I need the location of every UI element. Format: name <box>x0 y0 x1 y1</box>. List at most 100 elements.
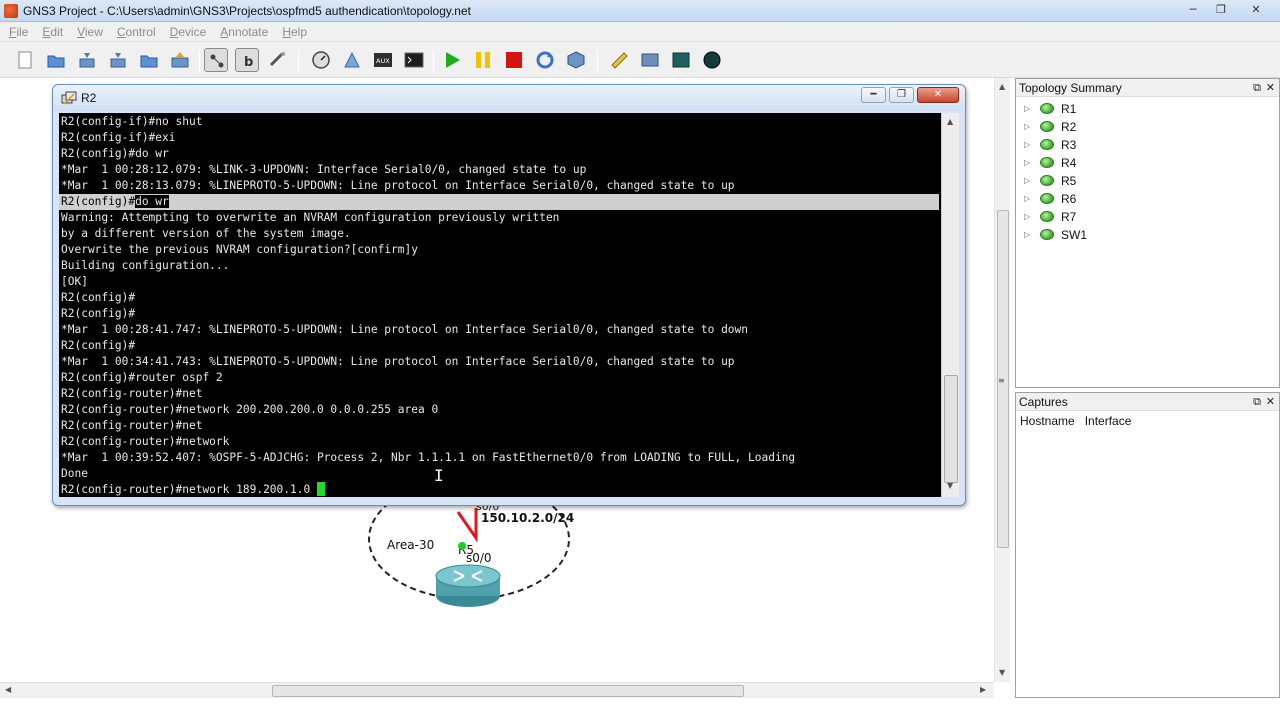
column-hostname[interactable]: Hostname <box>1016 411 1081 431</box>
tree-item-r7[interactable]: ▷ R7 <box>1016 208 1279 226</box>
device-label: R2 <box>1061 120 1077 134</box>
console-all-button[interactable] <box>309 48 333 72</box>
terminal-input-line[interactable]: R2(config-router)#network 189.200.1.0 <box>61 482 325 497</box>
menu-view[interactable]: View <box>70 25 110 39</box>
new-project-button[interactable] <box>13 48 37 72</box>
minimize-button[interactable]: ─ <box>1180 1 1206 19</box>
import-button[interactable] <box>137 48 161 72</box>
stop-all-button[interactable] <box>502 48 526 72</box>
svg-text:AUX: AUX <box>376 57 390 65</box>
menu-edit[interactable]: Edit <box>35 25 70 39</box>
router-r5-icon[interactable] <box>434 562 502 608</box>
play-icon <box>446 52 460 68</box>
menu-help[interactable]: Help <box>275 25 314 39</box>
add-note-button[interactable] <box>607 48 631 72</box>
terminal-scroll-thumb[interactable] <box>944 375 958 483</box>
menu-control[interactable]: Control <box>110 25 163 39</box>
device-label: R4 <box>1061 156 1077 170</box>
scroll-down-arrow-icon[interactable]: ▼ <box>999 668 1005 677</box>
picture-icon <box>641 53 659 67</box>
float-panel-icon[interactable]: ⧉ <box>1253 79 1261 97</box>
expand-arrow-icon[interactable]: ▷ <box>1024 190 1030 208</box>
menu-file-label: ile <box>16 24 29 39</box>
menu-annotate[interactable]: Annotate <box>213 25 275 39</box>
menu-annotate-label: nnotate <box>228 24 269 39</box>
console-close-button[interactable]: ✕ <box>917 87 959 103</box>
add-link-button[interactable] <box>266 48 290 72</box>
console-minimize-button[interactable]: ━ <box>861 87 886 103</box>
scroll-up-arrow-icon[interactable]: ▲ <box>947 117 953 126</box>
save-project-button[interactable] <box>75 48 99 72</box>
menu-control-label: ontrol <box>125 24 156 39</box>
terminal-line: R2(config)#router ospf 2 <box>61 371 223 384</box>
export-button[interactable] <box>168 48 192 72</box>
scroll-left-arrow-icon[interactable]: ◀ <box>5 685 11 694</box>
hostname-icon: b <box>244 55 253 70</box>
captures-title: Captures <box>1019 395 1068 409</box>
menu-device[interactable]: Device <box>163 25 214 39</box>
tree-item-r2[interactable]: ▷ R2 <box>1016 118 1279 136</box>
console-maximize-button[interactable]: ❐ <box>889 87 914 103</box>
save-as-icon <box>110 53 126 68</box>
insert-picture-button[interactable] <box>638 48 662 72</box>
virtualbox-button[interactable] <box>564 48 588 72</box>
draw-ellipse-button[interactable] <box>700 48 724 72</box>
expand-arrow-icon[interactable]: ▷ <box>1024 226 1030 244</box>
device-tree: ▷ R1 ▷ R2 ▷ R3 ▷ R4 ▷ R5 ▷ R6 ▷ R7 ▷ SW1 <box>1016 97 1279 244</box>
terminal-button[interactable] <box>402 48 426 72</box>
terminal-line: by a different version of the system ima… <box>61 227 351 240</box>
scroll-down-arrow-icon[interactable]: ▼ <box>947 481 953 490</box>
current-command: R2(config-router)#network 189.200.1.0 <box>61 483 317 496</box>
terminal-line: [OK] <box>61 275 88 288</box>
terminal-scrollbar[interactable]: ▲ ▼ <box>941 113 959 497</box>
expand-arrow-icon[interactable]: ▷ <box>1024 136 1030 154</box>
tree-item-r4[interactable]: ▷ R4 <box>1016 154 1279 172</box>
tree-item-r5[interactable]: ▷ R5 <box>1016 172 1279 190</box>
expand-arrow-icon[interactable]: ▷ <box>1024 118 1030 136</box>
terminal-line: Done <box>61 467 88 480</box>
aux-console-button[interactable]: AUX <box>371 48 395 72</box>
expand-arrow-icon[interactable]: ▷ <box>1024 172 1030 190</box>
console-window-controls: ━ ❐ ✕ <box>861 87 959 103</box>
terminal-output[interactable]: R2(config-if)#no shut R2(config-if)#exi … <box>59 113 941 497</box>
menu-control-mnemonic: C <box>116 24 126 39</box>
canvas-horizontal-scrollbar[interactable]: ◀ ▶ <box>0 682 994 698</box>
aux-icon: AUX <box>374 53 392 67</box>
canvas-hscroll-thumb[interactable] <box>272 685 744 697</box>
tree-item-r3[interactable]: ▷ R3 <box>1016 136 1279 154</box>
open-project-button[interactable] <box>44 48 68 72</box>
scroll-right-arrow-icon[interactable]: ▶ <box>980 685 986 694</box>
tree-item-sw1[interactable]: ▷ SW1 <box>1016 226 1279 244</box>
suspend-all-button[interactable] <box>471 48 495 72</box>
device-running-icon <box>1040 229 1054 240</box>
menu-file[interactable]: File <box>2 25 35 39</box>
float-panel-icon[interactable]: ⧉ <box>1253 393 1261 411</box>
expand-arrow-icon[interactable]: ▷ <box>1024 154 1030 172</box>
folder-icon <box>140 55 158 68</box>
show-interface-labels-button[interactable] <box>204 48 228 72</box>
tree-item-r6[interactable]: ▷ R6 <box>1016 190 1279 208</box>
maximize-button[interactable]: ❐ <box>1208 1 1234 19</box>
scroll-up-arrow-icon[interactable]: ▲ <box>999 82 1005 91</box>
console-title-bar[interactable]: R2 ━ ❐ ✕ <box>53 85 965 111</box>
canvas-vertical-scrollbar[interactable]: ▲ ≡ ▼ <box>994 78 1010 682</box>
close-button[interactable]: ✕ <box>1236 1 1276 19</box>
save-as-button[interactable] <box>106 48 130 72</box>
device-label: R3 <box>1061 138 1077 152</box>
start-all-button[interactable] <box>440 48 464 72</box>
link-status-dot <box>458 542 466 550</box>
tree-item-r1[interactable]: ▷ R1 <box>1016 100 1279 118</box>
show-hostnames-button[interactable]: b <box>235 48 259 72</box>
close-panel-icon[interactable]: ✕ <box>1266 393 1275 411</box>
terminal-line: *Mar 1 00:34:41.743: %LINEPROTO-5-UPDOWN… <box>61 355 735 368</box>
telnet-icon <box>344 51 360 68</box>
telnet-all-button[interactable] <box>340 48 364 72</box>
draw-rectangle-button[interactable] <box>669 48 693 72</box>
column-interface[interactable]: Interface <box>1081 411 1138 431</box>
reload-all-button[interactable] <box>533 48 557 72</box>
expand-arrow-icon[interactable]: ▷ <box>1024 100 1030 118</box>
expand-arrow-icon[interactable]: ▷ <box>1024 208 1030 226</box>
close-panel-icon[interactable]: ✕ <box>1266 79 1275 97</box>
terminal-line: R2(config-router)#network <box>61 435 230 448</box>
terminal-line: R2(config-router)#network 200.200.200.0 … <box>61 403 439 416</box>
